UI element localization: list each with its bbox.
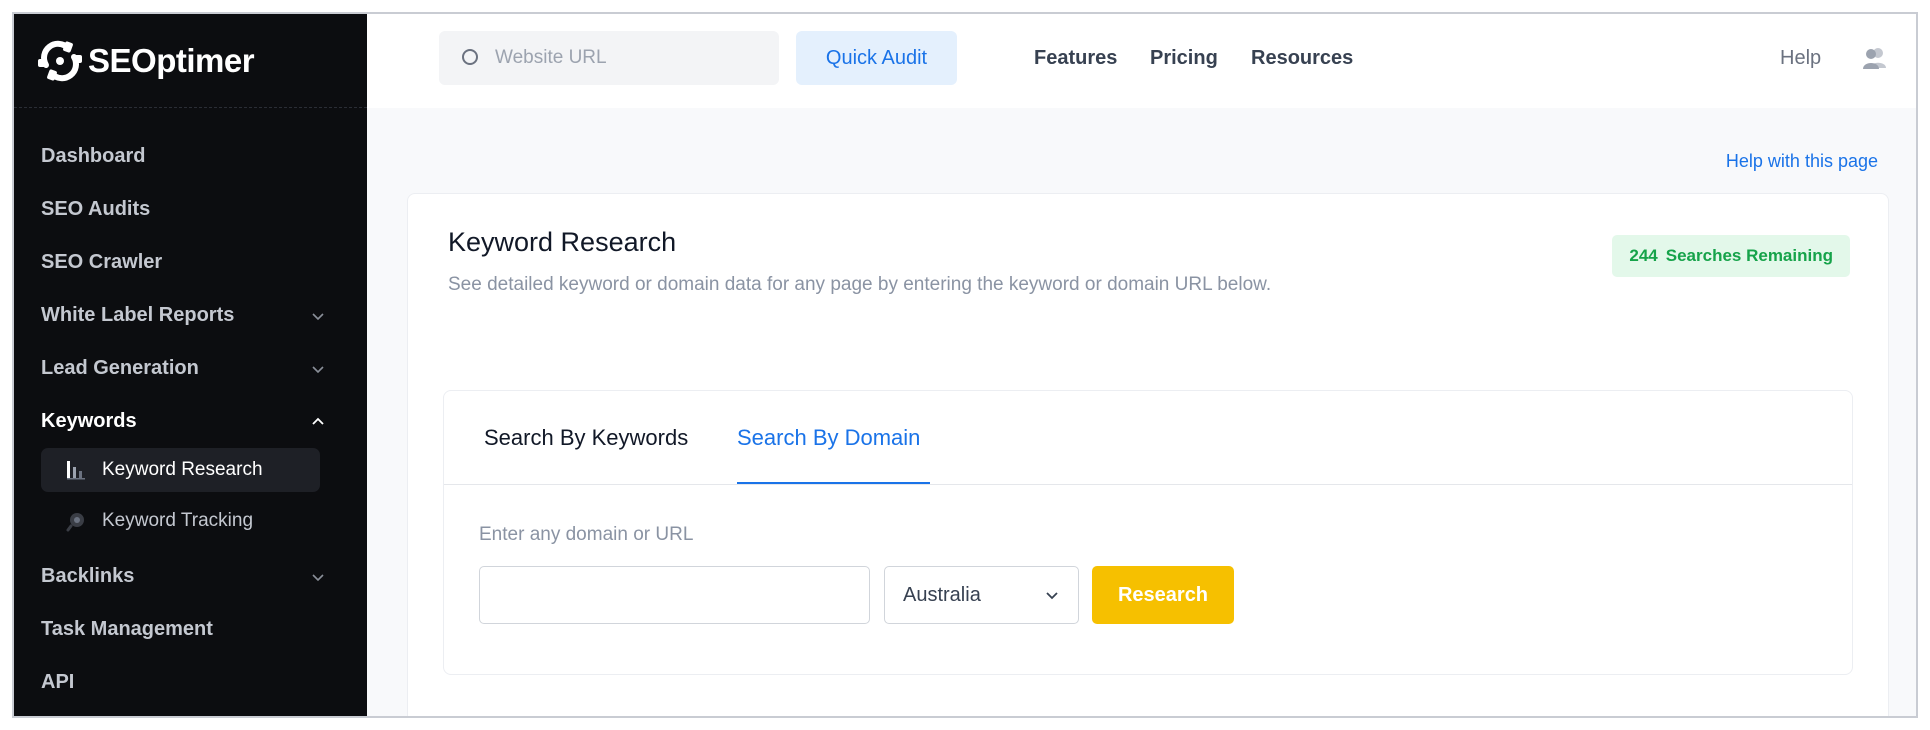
chevron-down-icon xyxy=(312,312,324,320)
page-title: Keyword Research xyxy=(448,227,677,257)
sidebar-item-white-label-reports[interactable]: White Label Reports xyxy=(14,289,367,342)
user-icon[interactable] xyxy=(1862,46,1888,70)
bar-chart-icon xyxy=(67,461,85,480)
sidebar-item-label: Task Management xyxy=(41,618,213,640)
logo-icon xyxy=(38,40,82,81)
domain-field-label: Enter any domain or URL xyxy=(479,524,694,545)
main-content: Help with this page Keyword Research See… xyxy=(367,108,1916,716)
sidebar-subitem-label: Keyword Research xyxy=(102,459,263,480)
app-window: SEOptimer Dashboard SEO Audits SEO Crawl… xyxy=(12,12,1918,718)
nav-link-features[interactable]: Features xyxy=(1034,47,1117,70)
search-panel: Search By Keywords Search By Domain Ente… xyxy=(443,390,1853,675)
search-tabs: Search By Keywords Search By Domain xyxy=(444,391,1852,485)
logo-text: SEOptimer xyxy=(88,41,255,79)
sidebar-subitem-label: Keyword Tracking xyxy=(102,510,254,531)
sidebar-item-keywords[interactable]: Keywords xyxy=(14,395,367,448)
search-icon xyxy=(462,49,478,65)
quick-audit-button[interactable]: Quick Audit xyxy=(796,31,957,85)
chevron-up-icon xyxy=(312,417,324,425)
searches-remaining-label: Searches Remaining xyxy=(1665,246,1833,265)
website-url-input[interactable] xyxy=(495,47,755,69)
sidebar-nav: Dashboard SEO Audits SEO Crawler White L… xyxy=(14,108,367,709)
help-link[interactable]: Help xyxy=(1780,47,1821,70)
country-select[interactable]: Australia xyxy=(884,566,1079,624)
sidebar-item-lead-generation[interactable]: Lead Generation xyxy=(14,342,367,395)
sidebar-item-task-management[interactable]: Task Management xyxy=(14,603,367,656)
sidebar-item-label: Backlinks xyxy=(41,565,135,587)
chevron-down-icon xyxy=(312,365,324,373)
research-button[interactable]: Research xyxy=(1092,566,1234,624)
nav-link-pricing[interactable]: Pricing xyxy=(1150,47,1218,70)
searches-remaining-badge: 244 Searches Remaining xyxy=(1612,235,1850,277)
tab-search-by-keywords[interactable]: Search By Keywords xyxy=(484,425,688,451)
sidebar-item-api[interactable]: API xyxy=(14,656,367,709)
country-selected-value: Australia xyxy=(903,583,981,606)
help-with-page-link[interactable]: Help with this page xyxy=(1726,151,1878,172)
sidebar-subitem-keyword-tracking[interactable]: Keyword Tracking xyxy=(41,499,320,543)
tracking-icon xyxy=(66,513,84,532)
sidebar-item-label: White Label Reports xyxy=(41,304,235,326)
logo[interactable]: SEOptimer xyxy=(14,14,367,108)
sidebar-item-label: Keywords xyxy=(41,410,137,432)
keyword-research-card: Keyword Research See detailed keyword or… xyxy=(407,193,1889,716)
sidebar-item-label: API xyxy=(41,671,75,693)
active-tab-indicator xyxy=(737,482,930,484)
sidebar-item-label: SEO Crawler xyxy=(41,251,163,273)
sidebar-item-label: Lead Generation xyxy=(41,357,199,379)
nav-link-resources[interactable]: Resources xyxy=(1251,47,1353,70)
page-subtitle: See detailed keyword or domain data for … xyxy=(448,274,1272,295)
sidebar-item-label: Dashboard xyxy=(41,145,146,167)
sidebar: SEOptimer Dashboard SEO Audits SEO Crawl… xyxy=(14,14,367,716)
domain-input[interactable] xyxy=(479,566,870,624)
sidebar-item-seo-crawler[interactable]: SEO Crawler xyxy=(14,236,367,289)
sidebar-item-backlinks[interactable]: Backlinks xyxy=(14,550,367,603)
sidebar-item-seo-audits[interactable]: SEO Audits xyxy=(14,183,367,236)
sidebar-item-label: SEO Audits xyxy=(41,198,151,220)
tab-search-by-domain[interactable]: Search By Domain xyxy=(737,425,920,451)
chevron-down-icon xyxy=(312,573,324,581)
chevron-down-icon xyxy=(1046,592,1058,600)
top-bar: Quick Audit Features Pricing Resources H… xyxy=(367,14,1916,108)
searches-remaining-count: 244 xyxy=(1629,246,1658,265)
sidebar-subitem-keyword-research[interactable]: Keyword Research xyxy=(41,448,320,492)
url-search-box[interactable] xyxy=(439,31,779,85)
sidebar-item-dashboard[interactable]: Dashboard xyxy=(14,130,367,183)
